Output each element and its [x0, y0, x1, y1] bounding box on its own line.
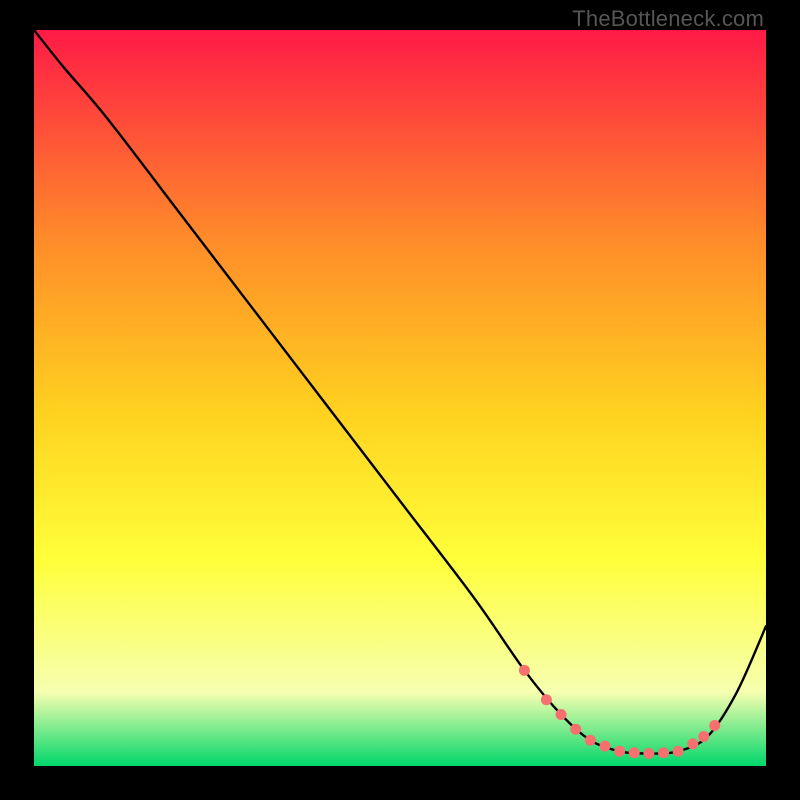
- curve-marker: [698, 731, 709, 742]
- curve-marker: [519, 665, 530, 676]
- curve-marker: [541, 694, 552, 705]
- curve-marker: [687, 738, 698, 749]
- curve-marker: [629, 747, 640, 758]
- curve-marker: [673, 746, 684, 757]
- curve-marker: [556, 709, 567, 720]
- curve-marker: [643, 748, 654, 759]
- watermark-text: TheBottleneck.com: [572, 6, 764, 32]
- gradient-background: [34, 30, 766, 766]
- curve-marker: [599, 741, 610, 752]
- curve-marker: [585, 735, 596, 746]
- curve-marker: [709, 720, 720, 731]
- plot-frame: [34, 30, 766, 766]
- curve-marker: [658, 747, 669, 758]
- gradient-chart: [34, 30, 766, 766]
- curve-marker: [614, 746, 625, 757]
- curve-marker: [570, 724, 581, 735]
